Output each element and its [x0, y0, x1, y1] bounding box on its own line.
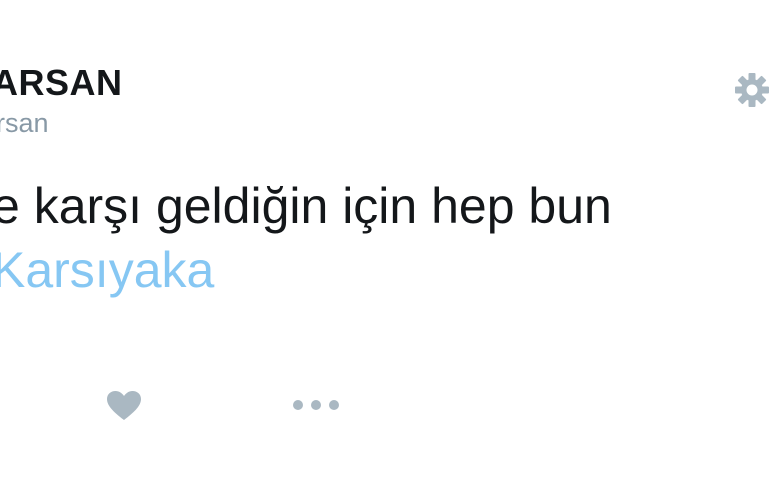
display-name[interactable]: ARSAN: [0, 62, 123, 104]
heart-icon: [107, 391, 141, 420]
hashtag-link[interactable]: Karsıyaka: [0, 238, 612, 302]
tweet-card: ARSAN rsan e karşı geldiğin için hep bun…: [0, 0, 770, 485]
tweet-text-line: e karşı geldiğin için hep bun: [0, 178, 612, 234]
tweet-text: e karşı geldiğin için hep bun Karsıyaka: [0, 174, 612, 302]
gear-icon[interactable]: [732, 70, 770, 110]
like-button[interactable]: [106, 390, 142, 422]
user-handle[interactable]: rsan: [0, 108, 49, 139]
more-dots-icon: [293, 400, 339, 410]
more-button[interactable]: [292, 396, 340, 414]
